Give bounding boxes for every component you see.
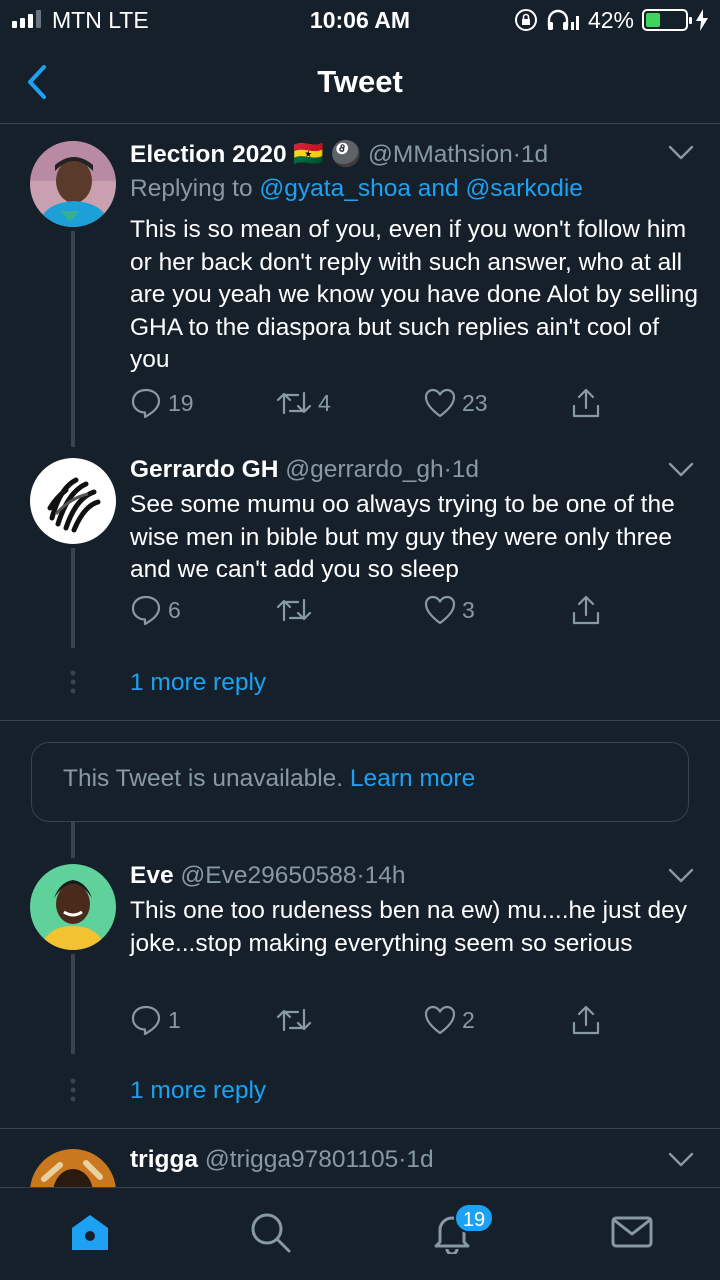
handle[interactable]: @gerrardo_gh xyxy=(285,456,443,483)
battery-percent: 42% xyxy=(587,6,634,33)
headphones-icon xyxy=(547,9,579,30)
reply-count: 6 xyxy=(168,596,181,623)
tweet[interactable]: Gerrardo GH @gerrardo_gh·1d See some mum… xyxy=(0,447,720,719)
notifications-badge: 19 xyxy=(454,1203,494,1233)
timestamp: 14h xyxy=(364,862,406,889)
handle[interactable]: @Eve29650588 xyxy=(180,862,356,889)
battery-level xyxy=(646,13,660,27)
like-count: 23 xyxy=(462,389,488,416)
like-button[interactable]: 23 xyxy=(424,386,488,420)
reply-count: 19 xyxy=(168,389,194,416)
retweet-count: 4 xyxy=(318,389,331,416)
retweet-button[interactable] xyxy=(276,1003,318,1037)
reply-button[interactable]: 1 xyxy=(130,1003,181,1037)
retweet-icon xyxy=(276,598,312,622)
page-title: Tweet xyxy=(317,64,403,99)
search-icon[interactable] xyxy=(248,1210,292,1254)
share-button[interactable] xyxy=(570,1003,602,1037)
more-reply-link[interactable]: 1 more reply xyxy=(130,669,266,697)
reply-icon xyxy=(131,595,161,626)
rotation-lock-icon xyxy=(514,9,537,31)
retweet-button[interactable]: 4 xyxy=(276,386,331,420)
avatar[interactable] xyxy=(30,864,116,950)
avatar[interactable] xyxy=(30,1149,116,1187)
tweet-actions: 6 3 xyxy=(130,593,610,627)
chevron-down-icon[interactable] xyxy=(668,462,694,478)
unavailable-tweet-notice: This Tweet is unavailable. Learn more xyxy=(31,742,689,822)
timestamp: 1d xyxy=(520,141,549,168)
tweet[interactable]: Eve @Eve29650588·14h This one too rudene… xyxy=(0,858,720,1124)
status-bar: MTN LTE 10:06 AM 42% xyxy=(0,0,720,40)
timestamp: 1d xyxy=(406,1146,434,1173)
tweet-text: This one too rudeness ben na ew) mu....h… xyxy=(130,897,688,957)
more-dots-icon xyxy=(70,1078,76,1102)
like-button[interactable]: 2 xyxy=(424,1003,475,1037)
home-icon[interactable] xyxy=(68,1210,112,1254)
tweet[interactable]: trigga @trigga97801105·1d xyxy=(0,1129,720,1187)
like-count: 2 xyxy=(462,1006,475,1033)
battery-icon xyxy=(642,9,692,31)
tweet-text: See some mumu oo always trying to be one… xyxy=(130,491,675,583)
display-name[interactable]: Election 2020 🇬🇭 🎱 xyxy=(130,141,361,168)
heart-icon xyxy=(424,595,456,625)
tweet-text: This is so mean of you, even if you won'… xyxy=(130,216,698,373)
tweet-actions: 19 4 23 xyxy=(130,386,610,420)
reply-icon xyxy=(131,1005,161,1036)
tweet[interactable]: Election 2020 🇬🇭 🎱 @MMathsion·1d Replyin… xyxy=(0,125,720,447)
unavailable-text: This Tweet is unavailable. xyxy=(63,765,350,792)
replying-to-links[interactable]: @gyata_shoa and @sarkodie xyxy=(259,175,583,202)
retweet-button[interactable] xyxy=(276,593,318,627)
share-button[interactable] xyxy=(570,386,602,420)
divider xyxy=(0,720,720,721)
reply-button[interactable]: 19 xyxy=(130,386,194,420)
display-name[interactable]: Gerrardo GH xyxy=(130,456,278,483)
learn-more-link[interactable]: Learn more xyxy=(350,765,475,792)
display-name[interactable]: trigga xyxy=(130,1146,198,1173)
handle[interactable]: @MMathsion xyxy=(368,141,513,168)
avatar[interactable] xyxy=(30,141,116,227)
heart-icon xyxy=(424,1005,456,1035)
replying-to: Replying to @gyata_shoa and @sarkodie xyxy=(130,175,583,202)
charging-icon xyxy=(696,9,708,31)
handle[interactable]: @trigga97801105 xyxy=(205,1146,398,1173)
retweet-icon xyxy=(276,391,312,415)
more-dots-icon xyxy=(70,670,76,694)
like-button[interactable]: 3 xyxy=(424,593,475,627)
share-icon xyxy=(572,1005,600,1035)
tweet-thread[interactable]: Election 2020 🇬🇭 🎱 @MMathsion·1d Replyin… xyxy=(0,125,720,1187)
reply-icon xyxy=(131,388,161,419)
timestamp: 1d xyxy=(451,456,480,483)
chevron-down-icon[interactable] xyxy=(668,1152,694,1168)
reply-count: 1 xyxy=(168,1006,181,1033)
reply-button[interactable]: 6 xyxy=(130,593,181,627)
display-name[interactable]: Eve xyxy=(130,862,174,889)
more-reply-link[interactable]: 1 more reply xyxy=(130,1077,266,1105)
heart-icon xyxy=(424,388,456,418)
chevron-down-icon[interactable] xyxy=(668,868,694,884)
share-icon xyxy=(572,388,600,418)
share-button[interactable] xyxy=(570,593,602,627)
bottom-tab-bar xyxy=(0,1187,720,1280)
tweet-actions: 1 2 xyxy=(130,1003,610,1037)
avatar[interactable] xyxy=(30,458,116,544)
like-count: 3 xyxy=(462,596,475,623)
chevron-down-icon[interactable] xyxy=(668,145,694,161)
share-icon xyxy=(572,595,600,625)
retweet-icon xyxy=(276,1008,312,1032)
mail-icon[interactable] xyxy=(610,1210,654,1254)
top-bar: Tweet xyxy=(0,40,720,124)
